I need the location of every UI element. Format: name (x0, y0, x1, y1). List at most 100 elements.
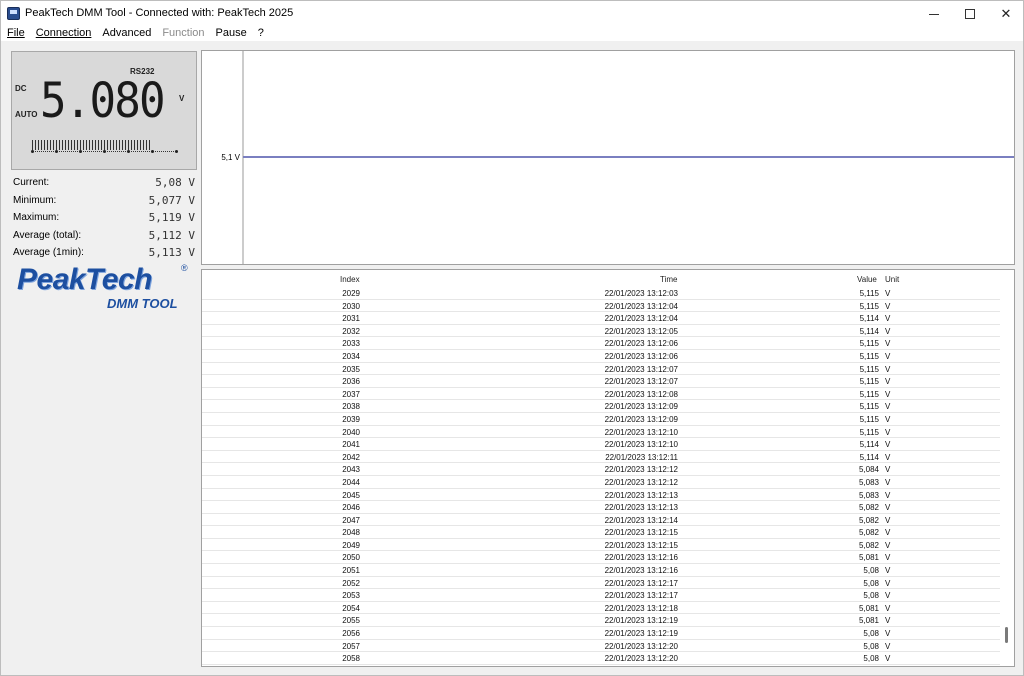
cell-value: 5,115 (859, 351, 879, 361)
cell-value: 5,08 (863, 578, 879, 588)
statistics-panel: Current: 5,08 V Minimum: 5,077 V Maximum… (13, 175, 195, 263)
table-row[interactable]: 2029 22/01/2023 13:12:03 5,115 V (202, 287, 1000, 300)
table-row[interactable]: 2036 22/01/2023 13:12:07 5,115 V (202, 375, 1000, 388)
menu-function[interactable]: Function (156, 27, 209, 41)
cell-value: 5,115 (859, 289, 879, 298)
cell-time: 22/01/2023 13:12:09 (604, 402, 678, 412)
maximize-button[interactable] (952, 1, 988, 27)
table-row[interactable]: 2050 22/01/2023 13:12:16 5,081 V (202, 551, 1000, 565)
menu-connection[interactable]: Connection (30, 27, 97, 41)
scrollbar-thumb[interactable] (1005, 627, 1008, 644)
peaktech-logo: PeakTech ® DMM TOOL (15, 263, 193, 311)
cell-time: 22/01/2023 13:12:09 (604, 414, 678, 424)
cell-index: 2058 (342, 654, 360, 664)
cell-value: 5,115 (859, 339, 879, 349)
menu-pause[interactable]: Pause (210, 27, 252, 41)
bargraph-tick (151, 150, 154, 153)
cell-time: 22/01/2023 13:12:20 (604, 641, 678, 651)
cell-unit: V (885, 465, 891, 475)
cell-time: 22/01/2023 13:12:10 (604, 440, 678, 450)
column-header-value[interactable]: Value (857, 275, 877, 284)
table-row[interactable]: 2035 22/01/2023 13:12:07 5,115 V (202, 363, 1000, 376)
cell-unit: V (885, 528, 891, 538)
cell-time: 22/01/2023 13:12:10 (604, 427, 678, 437)
cell-time: 22/01/2023 13:12:06 (604, 339, 678, 349)
cell-unit: V (885, 351, 891, 361)
table-row[interactable]: 2040 22/01/2023 13:12:10 5,115 V (202, 426, 1000, 439)
cell-index: 2052 (342, 578, 360, 588)
menu-help[interactable]: ? (252, 27, 269, 41)
menu-advanced[interactable]: Advanced (96, 27, 156, 41)
cell-index: 2056 (342, 629, 360, 639)
close-button[interactable]: ✕ (988, 1, 1024, 27)
bargraph-tick (103, 150, 106, 153)
minimize-button[interactable] (916, 1, 952, 27)
bargraph-tick (31, 150, 34, 153)
table-row[interactable]: 2044 22/01/2023 13:12:12 5,083 V (202, 476, 1000, 489)
menu-file[interactable]: File (1, 27, 30, 41)
column-header-unit[interactable]: Unit (885, 275, 899, 284)
table-row[interactable]: 2052 22/01/2023 13:12:17 5,08 V (202, 577, 1000, 590)
cell-index: 2050 (342, 553, 360, 563)
cell-value: 5,115 (859, 402, 879, 412)
table-row[interactable]: 2048 22/01/2023 13:12:15 5,082 V (202, 526, 1000, 539)
table-row[interactable]: 2051 22/01/2023 13:12:16 5,08 V (202, 564, 1000, 577)
table-row[interactable]: 2042 22/01/2023 13:12:11 5,114 V (202, 451, 1000, 464)
measurement-chart[interactable]: 5,1 V (201, 50, 1015, 265)
lcd-range-label: AUTO (15, 110, 38, 119)
table-row[interactable]: 2047 22/01/2023 13:12:14 5,082 V (202, 514, 1000, 527)
column-header-time[interactable]: Time (660, 275, 677, 284)
cell-unit: V (885, 629, 891, 639)
table-row[interactable]: 2043 22/01/2023 13:12:12 5,084 V (202, 463, 1000, 476)
cell-index: 2037 (342, 389, 360, 399)
cell-value: 5,084 (858, 465, 879, 475)
cell-unit: V (885, 490, 891, 500)
table-row[interactable]: 2056 22/01/2023 13:12:19 5,08 V (202, 627, 1000, 640)
table-row[interactable]: 2046 22/01/2023 13:12:13 5,082 V (202, 501, 1000, 514)
table-row[interactable]: 2032 22/01/2023 13:12:05 5,114 V (202, 325, 1000, 338)
cell-unit: V (885, 377, 891, 387)
table-row[interactable]: 2045 22/01/2023 13:12:13 5,083 V (202, 489, 1000, 502)
cell-index: 2034 (342, 351, 360, 361)
cell-unit: V (885, 477, 891, 487)
table-row[interactable]: 2053 22/01/2023 13:12:17 5,08 V (202, 589, 1000, 602)
table-row[interactable]: 2049 22/01/2023 13:12:15 5,082 V (202, 539, 1000, 552)
table-row[interactable]: 2055 22/01/2023 13:12:19 5,081 V (202, 614, 1000, 628)
stat-label: Minimum: (13, 194, 57, 206)
cell-value: 5,08 (863, 629, 879, 639)
stat-value: 5,077 V (148, 193, 195, 207)
cell-index: 2057 (342, 641, 360, 651)
cell-unit: V (885, 603, 891, 613)
measurement-table[interactable]: Index Time Value Unit 2029 22/01/2023 13:… (201, 269, 1015, 667)
table-row[interactable]: 2041 22/01/2023 13:12:10 5,114 V (202, 438, 1000, 451)
cell-unit: V (885, 515, 891, 525)
title-bar[interactable]: PeakTech DMM Tool - Connected with: Peak… (1, 1, 1023, 27)
table-row[interactable]: 2057 22/01/2023 13:12:20 5,08 V (202, 640, 1000, 653)
table-row[interactable]: 2039 22/01/2023 13:12:09 5,115 V (202, 413, 1000, 426)
table-row[interactable]: 2033 22/01/2023 13:12:06 5,115 V (202, 337, 1000, 350)
cell-time: 22/01/2023 13:12:20 (604, 654, 678, 664)
cell-time: 22/01/2023 13:12:16 (604, 553, 678, 563)
table-row[interactable]: 2034 22/01/2023 13:12:06 5,115 V (202, 350, 1000, 363)
cell-unit: V (885, 654, 891, 664)
table-scrollbar[interactable] (1000, 270, 1014, 666)
table-row[interactable]: 2030 22/01/2023 13:12:04 5,115 V (202, 300, 1000, 313)
cell-index: 2031 (342, 314, 360, 324)
cell-index: 2039 (342, 414, 360, 424)
column-header-index[interactable]: Index (340, 275, 360, 284)
cell-time: 22/01/2023 13:12:15 (604, 540, 678, 550)
table-row[interactable]: 2031 22/01/2023 13:12:04 5,114 V (202, 312, 1000, 325)
cell-index: 2047 (342, 515, 360, 525)
cell-unit: V (885, 503, 891, 513)
cell-time: 22/01/2023 13:12:13 (604, 490, 678, 500)
cell-time: 22/01/2023 13:12:08 (604, 389, 678, 399)
app-icon (7, 7, 20, 20)
stat-label: Maximum: (13, 212, 60, 224)
table-row[interactable]: 2037 22/01/2023 13:12:08 5,115 V (202, 388, 1000, 401)
cell-unit: V (885, 326, 891, 336)
table-row[interactable]: 2038 22/01/2023 13:12:09 5,115 V (202, 400, 1000, 413)
table-row[interactable]: 2054 22/01/2023 13:12:18 5,081 V (202, 602, 1000, 615)
cell-unit: V (885, 402, 891, 412)
cell-index: 2049 (342, 540, 360, 550)
table-row[interactable]: 2058 22/01/2023 13:12:20 5,08 V (202, 652, 1000, 665)
